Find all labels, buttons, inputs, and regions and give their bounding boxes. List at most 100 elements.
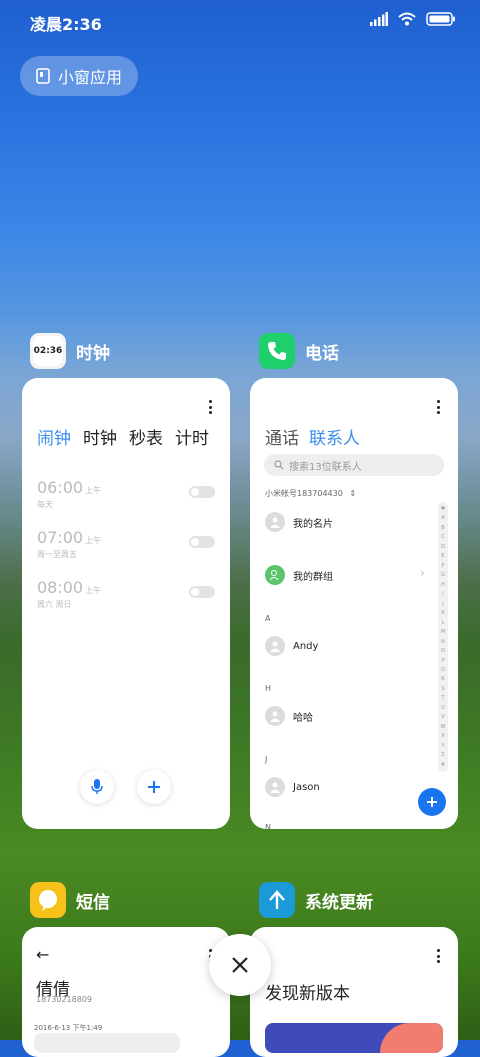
alarm-item[interactable]: 08:00 上午 周六 周日 (37, 578, 217, 618)
contact-name: Andy (293, 640, 319, 652)
tab-alarm[interactable]: 闹钟 (37, 424, 71, 449)
alphabet-letter[interactable]: O (441, 648, 445, 654)
person-icon (265, 512, 285, 532)
voice-button[interactable] (80, 770, 114, 804)
add-alarm-button[interactable] (137, 770, 171, 804)
alphabet-letter[interactable]: Y (441, 743, 444, 749)
account-selector[interactable]: 小米帐号183704430 ⇕ (265, 488, 356, 499)
status-time: 凌晨2:36 (30, 15, 102, 34)
contact-search-input[interactable]: 搜索13位联系人 (264, 454, 444, 476)
alarm-ampm: 上午 (85, 486, 102, 495)
clock-app-name: 时钟 (76, 343, 110, 364)
alphabet-letter[interactable]: Z (441, 752, 444, 758)
close-all-button[interactable] (209, 934, 271, 996)
alphabet-letter[interactable]: M (441, 629, 445, 635)
sms-app-card[interactable]: ← 倩倩 18730218809 2016-6-13 下午1:49 (22, 927, 230, 1057)
phone-icon (268, 342, 286, 360)
person-icon (265, 706, 285, 726)
update-app-icon (259, 882, 295, 918)
alarm-ampm: 上午 (85, 586, 102, 595)
alarm-toggle[interactable] (189, 486, 215, 498)
sms-app-icon (30, 882, 66, 918)
message-bubble (34, 1033, 180, 1053)
contact-item[interactable]: Andy (265, 636, 318, 656)
my-group-item[interactable]: 我的群组 (265, 565, 333, 585)
alphabet-letter[interactable]: W (441, 724, 446, 730)
alarm-ampm: 上午 (85, 536, 102, 545)
my-card-item[interactable]: 我的名片 (265, 512, 333, 532)
alphabet-letter[interactable]: X (441, 733, 444, 739)
alarm-time: 07:00 (37, 528, 84, 547)
alarm-item[interactable]: 06:00 上午 每天 (37, 478, 217, 518)
clock-app-icon: 02:36 (30, 333, 66, 369)
small-window-icon (36, 68, 50, 84)
alphabet-letter[interactable]: G (441, 572, 445, 578)
alphabet-letter[interactable]: E (441, 553, 444, 559)
alphabet-letter[interactable]: L (442, 620, 445, 626)
tab-calls[interactable]: 通话 (265, 424, 299, 449)
update-app-name: 系统更新 (305, 892, 373, 913)
phone-app-card[interactable]: 通话 联系人 搜索13位联系人 小米帐号183704430 ⇕ 我的名片 我的群… (250, 378, 458, 829)
update-app-card[interactable]: 发现新版本 (250, 927, 458, 1057)
alphabet-letter[interactable]: F (442, 563, 445, 569)
alphabet-letter[interactable]: R (441, 676, 444, 682)
alphabet-letter[interactable]: V (441, 714, 444, 720)
alphabet-letter[interactable]: D (441, 544, 445, 550)
alphabet-letter[interactable]: Q (441, 667, 445, 673)
wifi-icon (398, 12, 416, 26)
phone-app-icon (259, 333, 295, 369)
tab-stopwatch[interactable]: 秒表 (129, 424, 163, 449)
update-headline: 发现新版本 (265, 984, 350, 1004)
person-icon (265, 636, 285, 656)
battery-icon (426, 12, 455, 26)
alarm-toggle[interactable] (189, 536, 215, 548)
back-arrow-icon[interactable]: ← (36, 945, 49, 964)
alphabet-letter[interactable]: H (441, 582, 445, 588)
clock-icon-time: 02:36 (33, 336, 63, 366)
account-label: 小米帐号183704430 (265, 489, 343, 498)
alphabet-letter[interactable]: I (442, 591, 443, 597)
close-icon (232, 957, 248, 973)
tab-timer[interactable]: 计时 (175, 424, 209, 449)
tab-contacts[interactable]: 联系人 (309, 424, 360, 449)
alphabet-letter[interactable]: K (441, 610, 444, 616)
sms-app-header: 短信 (30, 882, 110, 918)
contact-name: 我的群组 (293, 571, 333, 583)
small-window-apps-button[interactable]: 小窗应用 (20, 56, 138, 96)
sms-timestamp: 2016-6-13 下午1:49 (34, 1024, 103, 1032)
alphabet-letter[interactable]: N (441, 639, 445, 645)
contact-item[interactable]: Jason (265, 777, 320, 797)
alphabet-letter[interactable]: ♥ (441, 506, 445, 512)
alarm-toggle[interactable] (189, 586, 215, 598)
phone-more-icon[interactable] (436, 400, 440, 414)
clock-more-icon[interactable] (208, 400, 212, 414)
alphabet-letter[interactable]: A (441, 515, 444, 521)
status-bar: 凌晨2:36 (0, 0, 480, 42)
alphabet-letter[interactable]: P (441, 658, 444, 664)
contact-item[interactable]: 哈哈 (265, 706, 313, 726)
search-icon (274, 460, 284, 470)
plus-icon (148, 781, 160, 793)
alarm-days: 每天 (37, 500, 53, 509)
alphabet-letter[interactable]: # (441, 762, 445, 768)
section-letter: A (265, 614, 271, 623)
alphabet-letter[interactable]: U (441, 705, 445, 711)
update-more-icon[interactable] (436, 949, 440, 963)
clock-app-card[interactable]: 闹钟 时钟 秒表 计时 06:00 上午 每天 07:00 上午 周一至周五 08:… (22, 378, 230, 829)
alarm-item[interactable]: 07:00 上午 周一至周五 (37, 528, 217, 568)
update-app-header: 系统更新 (259, 882, 373, 918)
signal-icon (370, 12, 388, 26)
up-arrow-icon (269, 890, 285, 909)
add-contact-button[interactable] (418, 788, 446, 816)
search-placeholder: 搜索13位联系人 (289, 461, 362, 473)
plus-icon (427, 797, 437, 807)
alphabet-letter[interactable]: B (441, 525, 444, 531)
phone-app-header: 电话 (259, 333, 339, 369)
alphabet-letter[interactable]: J (442, 601, 443, 607)
alphabet-letter[interactable]: S (441, 686, 444, 692)
alphabet-letter[interactable]: C (441, 534, 445, 540)
tab-clock[interactable]: 时钟 (83, 424, 117, 449)
alphabet-letter[interactable]: T (441, 695, 444, 701)
alphabet-index[interactable]: ♥ A B C D E F G H I J K L M N O P Q R S T U V W X Y Z # (438, 502, 448, 772)
message-bubble-icon (39, 890, 57, 911)
